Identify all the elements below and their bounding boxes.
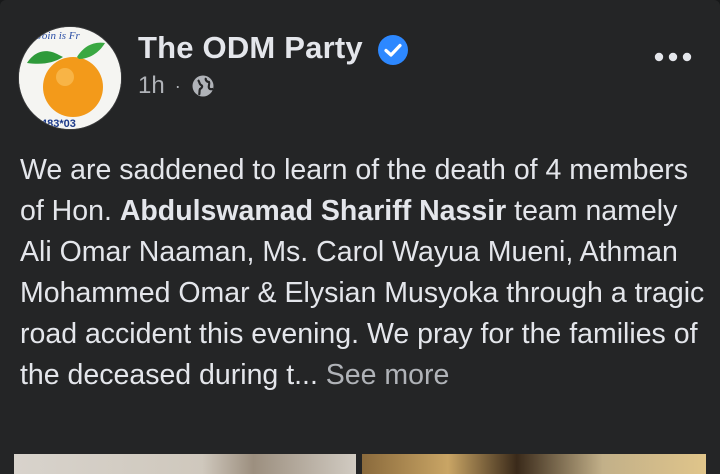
post-card: Join is Fr 483*03 The ODM Party 1h · We … [0,0,720,474]
page-name-link[interactable]: The ODM Party [138,30,363,66]
verified-badge-icon [378,35,408,65]
globe-icon[interactable] [191,74,215,98]
page-avatar[interactable]: Join is Fr 483*03 [18,26,122,130]
post-meta: 1h · [138,72,215,100]
post-photo-1[interactable] [14,454,356,474]
svg-text:483*03: 483*03 [41,118,76,130]
more-options-icon [654,52,692,62]
svg-text:Join is Fr: Join is Fr [37,30,80,42]
more-options-button[interactable] [650,40,696,74]
post-body-text: We are saddened to learn of the death of… [20,150,710,396]
mentioned-name[interactable]: Abdulswamad Shariff Nassir [120,195,506,227]
post-photo-2[interactable] [362,454,706,474]
meta-separator: · [174,75,181,96]
see-more-link[interactable]: See more [326,359,450,391]
post-timestamp[interactable]: 1h [138,72,165,100]
post-media [0,444,720,474]
orange-logo-icon: Join is Fr 483*03 [19,27,121,130]
